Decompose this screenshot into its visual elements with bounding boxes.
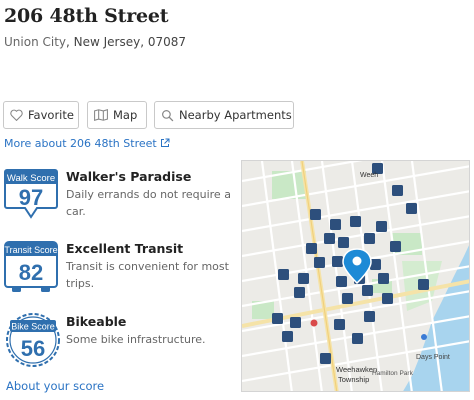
bike-score-desc: Some bike infrastructure. [66, 333, 206, 346]
map-label-hamilton-park: Hamilton Park [372, 370, 414, 377]
heart-icon [10, 109, 23, 121]
poi-dot [421, 334, 427, 340]
neighborhood-map[interactable]: Weeh Days Point Hamilton Park Weehawken … [241, 160, 470, 392]
poi-dot [310, 319, 318, 327]
transit-score-label: Excellent Transit [66, 241, 184, 256]
address-subtitle: Union City, New Jersey, 07087 [4, 35, 186, 49]
favorite-button[interactable]: Favorite [3, 101, 79, 129]
state-zip-text: , New Jersey, 07087 [66, 35, 187, 49]
transit-score-value: 82 [19, 260, 43, 285]
map-icon [94, 109, 108, 121]
transit-score-desc: Transit is convenient for most trips. [66, 260, 229, 290]
map-label-township: Township [338, 375, 369, 384]
map-label-weehawken: Weehawken [336, 365, 377, 374]
walk-score-title: Walk Score [7, 173, 55, 184]
map-button[interactable]: Map [87, 101, 147, 129]
walk-score-label: Walker's Paradise [66, 169, 192, 184]
search-icon [162, 109, 174, 121]
map-label-days-point: Days Point [416, 354, 450, 361]
transit-score-title: Transit Score [4, 245, 57, 255]
more-about-text: More about 206 48th Street [4, 137, 157, 150]
city-text: Union City [4, 35, 67, 49]
about-score-link[interactable]: About your score [6, 379, 104, 393]
walk-score-desc: Daily errands do not require a car. [66, 188, 231, 218]
more-about-link[interactable]: More about 206 48th Street [4, 137, 170, 150]
map-label: Map [113, 108, 138, 122]
bike-score-label: Bikeable [66, 314, 127, 329]
transit-score-badge[interactable]: Transit Score 82 [3, 240, 59, 296]
external-link-icon [160, 138, 170, 147]
favorite-label: Favorite [28, 108, 74, 122]
bike-score-title: Bike Score [11, 322, 55, 332]
walk-score-value: 97 [19, 185, 43, 210]
address-title: 206 48th Street [4, 5, 169, 27]
map-label-weehawken-top: Weeh [360, 172, 378, 179]
bike-score-value: 56 [21, 336, 45, 361]
bike-score-badge[interactable]: Bike Score 56 [3, 310, 63, 370]
nearby-apartments-button[interactable]: Nearby Apartments [154, 101, 294, 129]
nearby-label: Nearby Apartments [179, 108, 292, 122]
walk-score-badge[interactable]: Walk Score 97 [3, 168, 59, 219]
